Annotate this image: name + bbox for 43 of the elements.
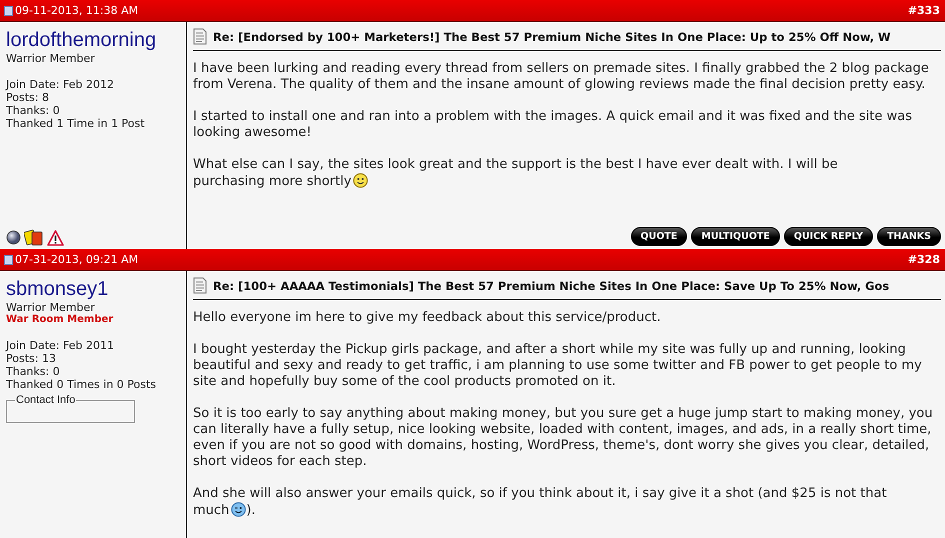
post-title: Re: [100+ AAAAA Testimonials] The Best 57 Premium Niche Sites In One Place: Save Up To 25% Now, Gos (213, 278, 890, 292)
document-icon (193, 28, 207, 45)
username-link[interactable]: lordofthemorning (6, 28, 181, 52)
warning-icon (47, 230, 64, 246)
smiley-icon (353, 173, 368, 188)
document-icon (4, 6, 13, 16)
post-number-link[interactable]: #328 (908, 253, 940, 266)
user-stat: Join Date: Feb 2012 (6, 78, 115, 91)
user-stat: Posts: 13 (6, 352, 57, 365)
user-stat: Thanked 1 Time in 1 Post (6, 117, 146, 130)
post-date: 09-11-2013, 11:38 AM (15, 4, 138, 17)
post-text: And she will also answer your emails quick, so if you think about it, i say give it a shot (and $25 is not that (193, 486, 887, 502)
post-text: So it is too early to say anything about making money, but you sure get a huge jump start to making money, you can literally have a fully setup, nice looking website, loaded with content, images, and ads, in a really short time, even if you are not so good with domains, hosting, WordPress, theme's, dont worry she gives you clear, detailed, short videos for each step. (193, 406, 933, 469)
user-title: Warrior Member (6, 301, 96, 314)
post-number-link[interactable]: #333 (908, 4, 940, 17)
post-text: What else can I say, the sites look great and the support is the best I have ever dealt with. I will be (193, 157, 838, 173)
post-text: much (193, 503, 230, 518)
username-link[interactable]: sbmonsey1 (6, 277, 181, 301)
post-title: Re: [Endorsed by 100+ Marketers!] The Best 57 Premium Niche Sites In One Place: Up to 25% Off Now, W (213, 30, 891, 44)
user-stat: Thanks: 0 (6, 104, 61, 117)
post-action-button[interactable]: QUOTE (630, 227, 688, 246)
post-action-button[interactable]: QUICK REPLY (784, 227, 874, 246)
post-text: purchasing more shortly (193, 174, 352, 189)
post-text: I have been lurking and reading every thread from sellers on premade sites. I finally grabbed the 2 blog package from Verena. The quality of them and the insane amount of glowing reviews made the final decision pretty easy. (193, 61, 929, 92)
post-action-button[interactable]: THANKS (877, 227, 941, 246)
user-rank: War Room Member (6, 314, 114, 326)
post-text: I started to install one and ran into a problem with the images. A quick email and it was fixed and the site was looking awesome! (193, 109, 912, 140)
post-text: Hello everyone im here to give my feedback about this service/product. (193, 310, 661, 325)
post-action-button[interactable]: MULTIQUOTE (691, 227, 780, 246)
user-stat: Thanked 0 Times in 0 Posts (6, 378, 158, 391)
post-text: ). (246, 503, 256, 518)
post-date: 07-31-2013, 09:21 AM (15, 253, 138, 266)
contact-info-label: Contact Info (15, 395, 76, 405)
user-stat: Thanks: 0 (6, 365, 61, 378)
user-stat: Posts: 8 (6, 91, 50, 104)
sphere-icon (6, 230, 21, 245)
user-stat: Join Date: Feb 2011 (6, 339, 115, 352)
post-text: I bought yesterday the Pickup girls package, and after a short while my site was fully up and running, looking beautiful and sexy and ready to get traffic, i am planning to use some twitter and FB power to get people to my site and hopefully buy some of the cool products promoted on it. (193, 342, 922, 389)
document-icon (4, 254, 13, 264)
winking-smiley-icon (231, 502, 246, 517)
cards-icon (24, 229, 44, 246)
document-icon (193, 277, 207, 294)
user-title: Warrior Member (6, 52, 96, 65)
